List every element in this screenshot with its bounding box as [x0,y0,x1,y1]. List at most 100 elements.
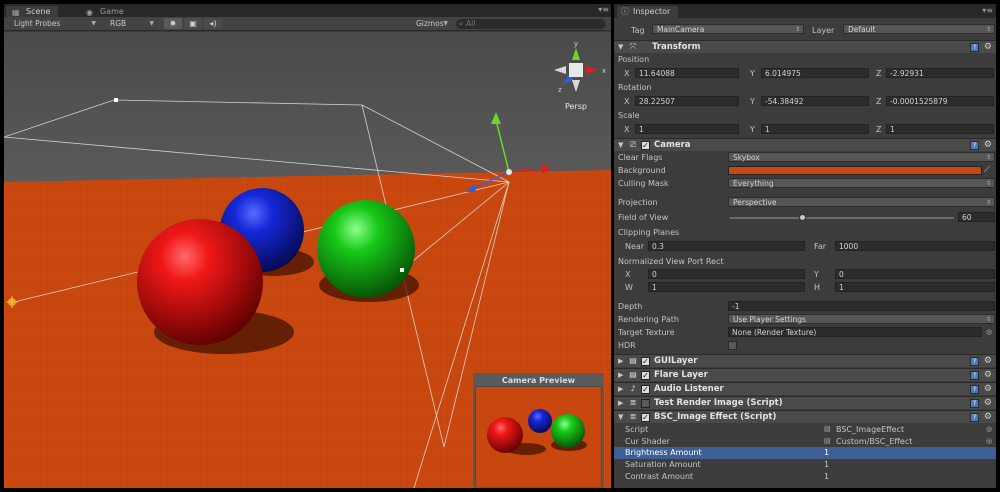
rotation-z-field[interactable]: -0.0001525879 [886,96,994,106]
tab-inspector[interactable]: ⓘ Inspector [617,6,679,18]
layer-dropdown[interactable]: Default ⇕ [843,24,995,34]
help-book-icon[interactable]: ? [970,371,979,380]
help-book-icon[interactable]: ? [970,399,979,408]
fold-arrow-icon[interactable]: ▶ [618,369,623,382]
help-book-icon[interactable]: ? [970,413,979,422]
audio-listener-header[interactable]: ▶ ♪ ✓ Audio Listener ? ⚙ [614,382,996,395]
help-book-icon[interactable]: ? [970,141,979,150]
eyedropper-icon[interactable]: ⟋ [984,164,990,177]
chevron-down-icon: ▼ [91,20,96,27]
rendering-path-dropdown[interactable]: Use Player Settings ⇕ [728,314,995,324]
red-sphere[interactable] [137,219,263,345]
clear-flags-dropdown[interactable]: Skybox ⇕ [728,152,995,162]
bsc-enabled-checkbox[interactable]: ✓ [641,413,650,422]
gear-icon[interactable]: ⚙ [984,355,992,368]
saturation-label: Saturation Amount [625,460,701,469]
rotation-label-row: Rotation [614,81,996,94]
contrast-value[interactable]: 1 [824,471,829,483]
brightness-value[interactable]: 1 [824,447,829,459]
axis-x-label: X [624,97,630,106]
tab-inspector-label: Inspector [633,7,671,16]
guilayer-enabled-checkbox[interactable]: ✓ [641,357,650,366]
draw-mode-dropdown[interactable]: Light Probes ▼ [10,19,100,29]
clear-flags-row: Clear Flags Skybox ⇕ [614,151,996,164]
test-render-image-enabled-checkbox[interactable]: ✓ [641,399,650,408]
near-field[interactable]: 0.3 [648,241,805,251]
object-picker-icon[interactable]: ◎ [986,326,992,339]
chevron-down-icon: ▼ [443,20,448,27]
target-texture-field[interactable]: None (Render Texture) [728,327,982,337]
tab-game[interactable]: ◉ Game [80,6,132,17]
help-book-icon[interactable]: ? [970,385,979,394]
bsc-image-effect-header[interactable]: ▼ ≣ ✓ BSC_Image Effect (Script) ? ⚙ [614,410,996,423]
svg-text:z: z [558,86,562,94]
position-label-row: Position [614,53,996,66]
fov-slider-thumb[interactable] [799,214,806,221]
position-y-field[interactable]: 6.014975 [761,68,869,78]
scene-viewport[interactable]: y x z Persp Camera Preview [4,32,611,488]
scale-label: Scale [618,111,640,120]
culling-mask-row: Culling Mask Everything ⇕ [614,177,996,190]
audio-listener-icon: ♪ [630,384,636,393]
image-toggle-button[interactable]: ▣ [184,18,202,29]
rotation-y-field[interactable]: -54.38492 [761,96,869,106]
fold-arrow-icon[interactable]: ▶ [618,397,623,410]
audio-toggle-button[interactable]: ◂) [204,18,222,29]
guilayer-title: GUILayer [654,356,698,366]
scale-z-field[interactable]: 1 [886,124,994,134]
frustum-handle[interactable] [114,98,118,102]
lighting-toggle-button[interactable]: ✹ [164,18,182,29]
test-render-image-header[interactable]: ▶ ≣ ✓ Test Render Image (Script) ? ⚙ [614,396,996,409]
rotation-x-field[interactable]: 28.22507 [635,96,739,106]
near-label: Near [625,242,645,251]
depth-field[interactable]: -1 [728,301,995,311]
hdr-checkbox[interactable] [728,341,737,350]
panel-menu-icon[interactable]: ▾≡ [982,6,993,15]
audio-listener-enabled-checkbox[interactable]: ✓ [641,385,650,394]
panel-menu-icon[interactable]: ▾≡ [598,5,609,14]
fov-slider-track[interactable] [730,217,954,219]
position-x-field[interactable]: 11.64088 [635,68,739,78]
far-field[interactable]: 1000 [835,241,995,251]
gear-icon[interactable]: ⚙ [984,383,992,396]
gear-icon[interactable]: ⚙ [984,369,992,382]
scene-search-input[interactable]: ⌕ All [456,19,606,29]
flare-layer-icon: ▤ [629,370,637,379]
vp-w-field[interactable]: 1 [648,282,805,292]
fov-field[interactable]: 60 [958,212,995,222]
tab-scene[interactable]: ▦ Scene [6,6,59,17]
help-book-icon[interactable]: ? [970,357,979,366]
flare-layer-enabled-checkbox[interactable]: ✓ [641,371,650,380]
fold-arrow-icon[interactable]: ▶ [618,355,623,368]
frustum-handle[interactable] [400,268,404,272]
saturation-value[interactable]: 1 [824,459,829,471]
help-book-icon[interactable]: ? [970,43,979,52]
camera-header[interactable]: ▼ ⎚ ✓ Camera ? ⚙ [614,138,996,151]
gizmos-label: Gizmos [416,19,444,28]
background-color-swatch[interactable] [728,166,982,175]
position-fields: X 11.64088 Y 6.014975 Z -2.92931 [614,67,996,80]
transform-header[interactable]: ▼ ⤧ Transform ? ⚙ [614,40,996,53]
tag-dropdown[interactable]: MainCamera ⇕ [652,24,804,34]
render-mode-dropdown[interactable]: RGB ▼ [106,19,158,29]
projection-dropdown[interactable]: Perspective ⇕ [728,197,995,207]
flare-layer-header[interactable]: ▶ ▤ ✓ Flare Layer ? ⚙ [614,368,996,381]
guilayer-icon: ▤ [629,356,637,365]
guilayer-header[interactable]: ▶ ▤ ✓ GUILayer ? ⚙ [614,354,996,367]
scale-x-field[interactable]: 1 [635,124,739,134]
green-sphere[interactable] [317,200,415,298]
gizmos-dropdown[interactable]: Gizmos ▼ [412,19,452,29]
camera-enabled-checkbox[interactable]: ✓ [641,141,650,150]
chevron-down-icon: ⇕ [985,154,991,161]
position-z-field[interactable]: -2.92931 [886,68,994,78]
fold-arrow-icon[interactable]: ▶ [618,383,623,396]
gear-icon[interactable]: ⚙ [984,397,992,410]
culling-mask-dropdown[interactable]: Everything ⇕ [728,178,995,188]
vp-h-field[interactable]: 1 [835,282,995,292]
scene-tabbar: ▦ Scene ◉ Game ▾≡ [4,4,611,17]
vp-x-field[interactable]: 0 [648,269,805,279]
bsc-brightness-row[interactable]: Brightness Amount 1 [614,447,996,459]
vp-y-field[interactable]: 0 [835,269,995,279]
scale-y-field[interactable]: 1 [761,124,869,134]
persp-label: Persp [565,102,587,111]
